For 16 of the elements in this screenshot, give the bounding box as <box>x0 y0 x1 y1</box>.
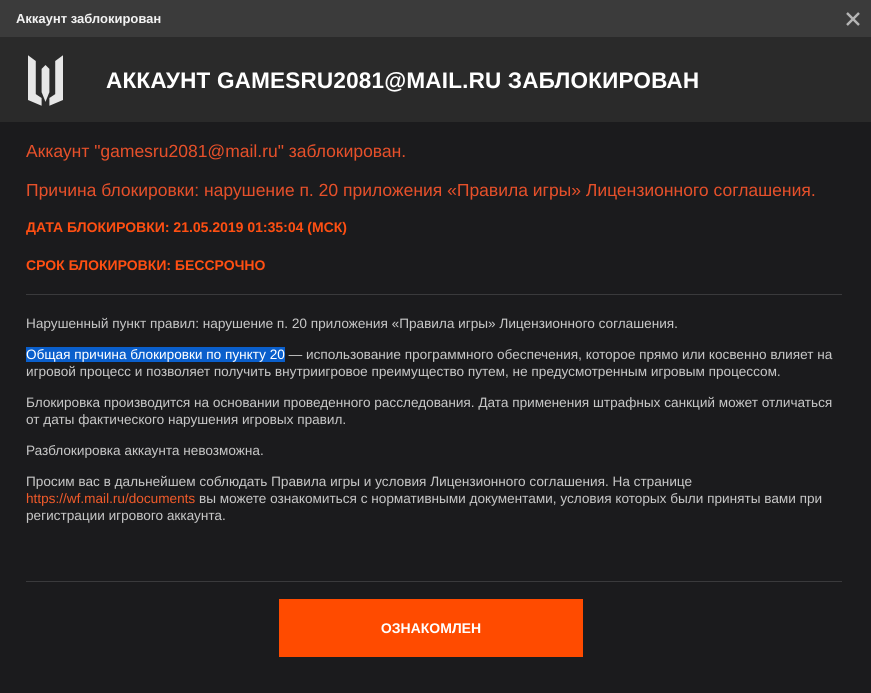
logo-icon <box>28 55 63 106</box>
header-title: АККАУНТ GAMESRU2081@MAIL.RU ЗАБЛОКИРОВАН <box>106 68 700 94</box>
highlighted-text: Общая причина блокировки по пункту 20 <box>26 347 285 362</box>
notice-message: Причина блокировки: нарушение п. 20 приложения «Правила игры» Лицензионного соглашения. <box>26 180 817 200</box>
paragraph: Просим вас в дальнейшем соблюдать Правила игры и условия Лицензионного соглашения. На странице https://wf.mail.ru/documents вы можете ознакомиться с нормативными документами, условия которых были приняты вами при регистрации игрового аккаунта. <box>26 473 824 524</box>
close-icon[interactable] <box>846 12 860 26</box>
documents-link[interactable]: https://wf.mail.ru/documents <box>26 491 196 506</box>
paragraph: Нарушенный пункт правил: нарушение п. 20 приложения «Правила игры» Лицензионного соглашения. <box>26 315 679 332</box>
acknowledge-button[interactable]: ОЗНАКОМЛЕН <box>279 599 583 657</box>
window-title: Аккаунт заблокирован <box>16 11 162 26</box>
paragraph: Разблокировка аккаунта невозможна. <box>26 442 265 459</box>
block-detail: СРОК БЛОКИРОВКИ: БЕССРОЧНО <box>26 257 266 274</box>
paragraph: Общая причина блокировки по пункту 20 — использование программного обеспечения, которое прямо или косвенно влияет на игровой процесс и позволяет получить внутриигровое преимущество путем, не предусмотренным игровым процессом. <box>26 346 834 380</box>
paragraph: Блокировка производится на основании проведенного расследования. Дата применения штрафных санкций может отличаться от даты фактического нарушения игровых правил. <box>26 394 834 428</box>
block-detail: ДАТА БЛОКИРОВКИ: 21.05.2019 01:35:04 (МСК) <box>26 219 348 236</box>
notice-message: Аккаунт "gamesru2081@mail.ru" заблокирован. <box>26 141 408 161</box>
